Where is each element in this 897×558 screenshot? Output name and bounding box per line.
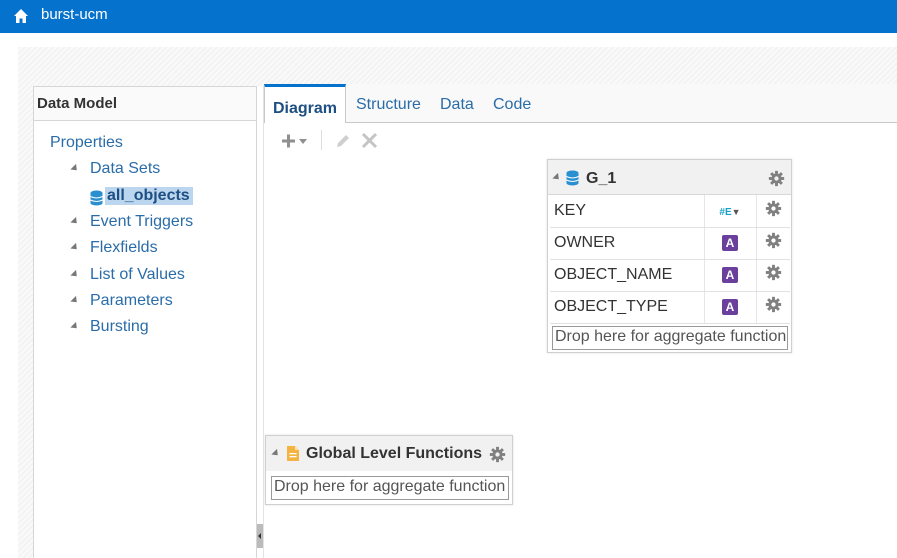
- gear-icon[interactable]: [765, 200, 782, 217]
- group-card-header: G_1: [548, 160, 791, 195]
- string-type-badge: A: [722, 235, 738, 251]
- diagram-toolbar: [264, 124, 897, 158]
- panel-splitter[interactable]: [257, 86, 264, 558]
- column-name: OBJECT_TYPE: [550, 291, 705, 324]
- dropdown-arrow-icon[interactable]: ▼: [732, 207, 741, 217]
- add-icon[interactable]: [282, 133, 310, 149]
- expand-triangle-icon[interactable]: [70, 216, 80, 227]
- edit-pencil-icon[interactable]: [334, 132, 352, 150]
- gear-icon[interactable]: [489, 446, 506, 463]
- table-row[interactable]: OBJECT_TYPE A: [550, 291, 790, 324]
- column-name: KEY: [550, 195, 705, 228]
- database-icon: [90, 190, 103, 206]
- tree-item-data-sets[interactable]: Data Sets: [90, 160, 160, 178]
- global-level-functions-card[interactable]: Global Level Functions Drop here for agg…: [265, 435, 513, 505]
- gear-icon[interactable]: [765, 296, 782, 313]
- panel-title: Data Model: [34, 87, 256, 121]
- string-type-badge: A: [722, 299, 738, 315]
- tab-data[interactable]: Data: [440, 96, 474, 114]
- number-type-icon[interactable]: #E▼: [704, 195, 757, 228]
- tab-bar: Diagram Structure Data Code: [264, 84, 897, 123]
- expand-triangle-icon[interactable]: [70, 269, 80, 280]
- group-title: G_1: [586, 170, 617, 187]
- row-gear-cell[interactable]: [756, 259, 790, 292]
- string-type-badge: A: [722, 267, 738, 283]
- string-type-icon[interactable]: A: [704, 227, 757, 260]
- tree-item-event-triggers[interactable]: Event Triggers: [90, 213, 193, 231]
- collapse-triangle-icon[interactable]: [271, 448, 281, 459]
- string-type-icon[interactable]: A: [704, 291, 757, 324]
- tab-diagram[interactable]: Diagram: [264, 84, 347, 123]
- tab-code[interactable]: Code: [493, 96, 531, 114]
- group-card-g1[interactable]: G_1 KEY #E▼ OWNER A OBJECT_NAME A OBJECT…: [547, 159, 792, 353]
- global-card-title: Global Level Functions: [306, 445, 483, 462]
- column-name: OBJECT_NAME: [550, 259, 705, 292]
- expand-triangle-icon[interactable]: [70, 163, 80, 174]
- expand-triangle-icon[interactable]: [70, 242, 80, 253]
- tree-item-flexfields[interactable]: Flexfields: [90, 239, 158, 257]
- row-gear-cell[interactable]: [756, 291, 790, 324]
- table-row[interactable]: KEY #E▼: [550, 195, 790, 228]
- number-type-glyph: #E: [719, 206, 732, 218]
- gear-icon[interactable]: [765, 264, 782, 281]
- collapse-handle[interactable]: [257, 524, 263, 548]
- tab-structure[interactable]: Structure: [356, 96, 421, 114]
- row-gear-cell[interactable]: [756, 195, 790, 228]
- table-row[interactable]: OWNER A: [550, 227, 790, 260]
- delete-x-icon[interactable]: [361, 132, 378, 149]
- expand-triangle-icon[interactable]: [70, 321, 80, 332]
- app-title: burst-ucm: [41, 6, 108, 23]
- tree-item-properties[interactable]: Properties: [50, 134, 123, 152]
- collapse-triangle-icon[interactable]: [552, 172, 562, 183]
- expand-triangle-icon[interactable]: [70, 295, 80, 306]
- global-card-header: Global Level Functions: [266, 436, 512, 471]
- tree-item-all-objects[interactable]: all_objects: [105, 187, 193, 205]
- group-columns-table: KEY #E▼ OWNER A OBJECT_NAME A OBJECT_TYP…: [550, 195, 790, 324]
- home-icon[interactable]: [13, 8, 29, 24]
- aggregate-drop-zone[interactable]: Drop here for aggregate function: [552, 326, 788, 350]
- gear-icon[interactable]: [768, 170, 785, 187]
- data-model-panel: Data Model Properties Data Sets all_obje…: [33, 86, 257, 558]
- document-icon: [287, 446, 299, 461]
- tree-item-parameters[interactable]: Parameters: [90, 292, 173, 310]
- toolbar-divider: [321, 130, 322, 150]
- aggregate-drop-zone[interactable]: Drop here for aggregate function: [271, 476, 509, 500]
- dataset-icon: [566, 170, 579, 186]
- column-name: OWNER: [550, 227, 705, 260]
- row-gear-cell[interactable]: [756, 227, 790, 260]
- string-type-icon[interactable]: A: [704, 259, 757, 292]
- table-row[interactable]: OBJECT_NAME A: [550, 259, 790, 292]
- tree-item-list-of-values[interactable]: List of Values: [90, 266, 185, 284]
- gear-icon[interactable]: [765, 232, 782, 249]
- app-header-bar: burst-ucm: [0, 0, 897, 33]
- collapse-arrow-icon: [258, 533, 261, 539]
- tree-item-bursting[interactable]: Bursting: [90, 318, 149, 336]
